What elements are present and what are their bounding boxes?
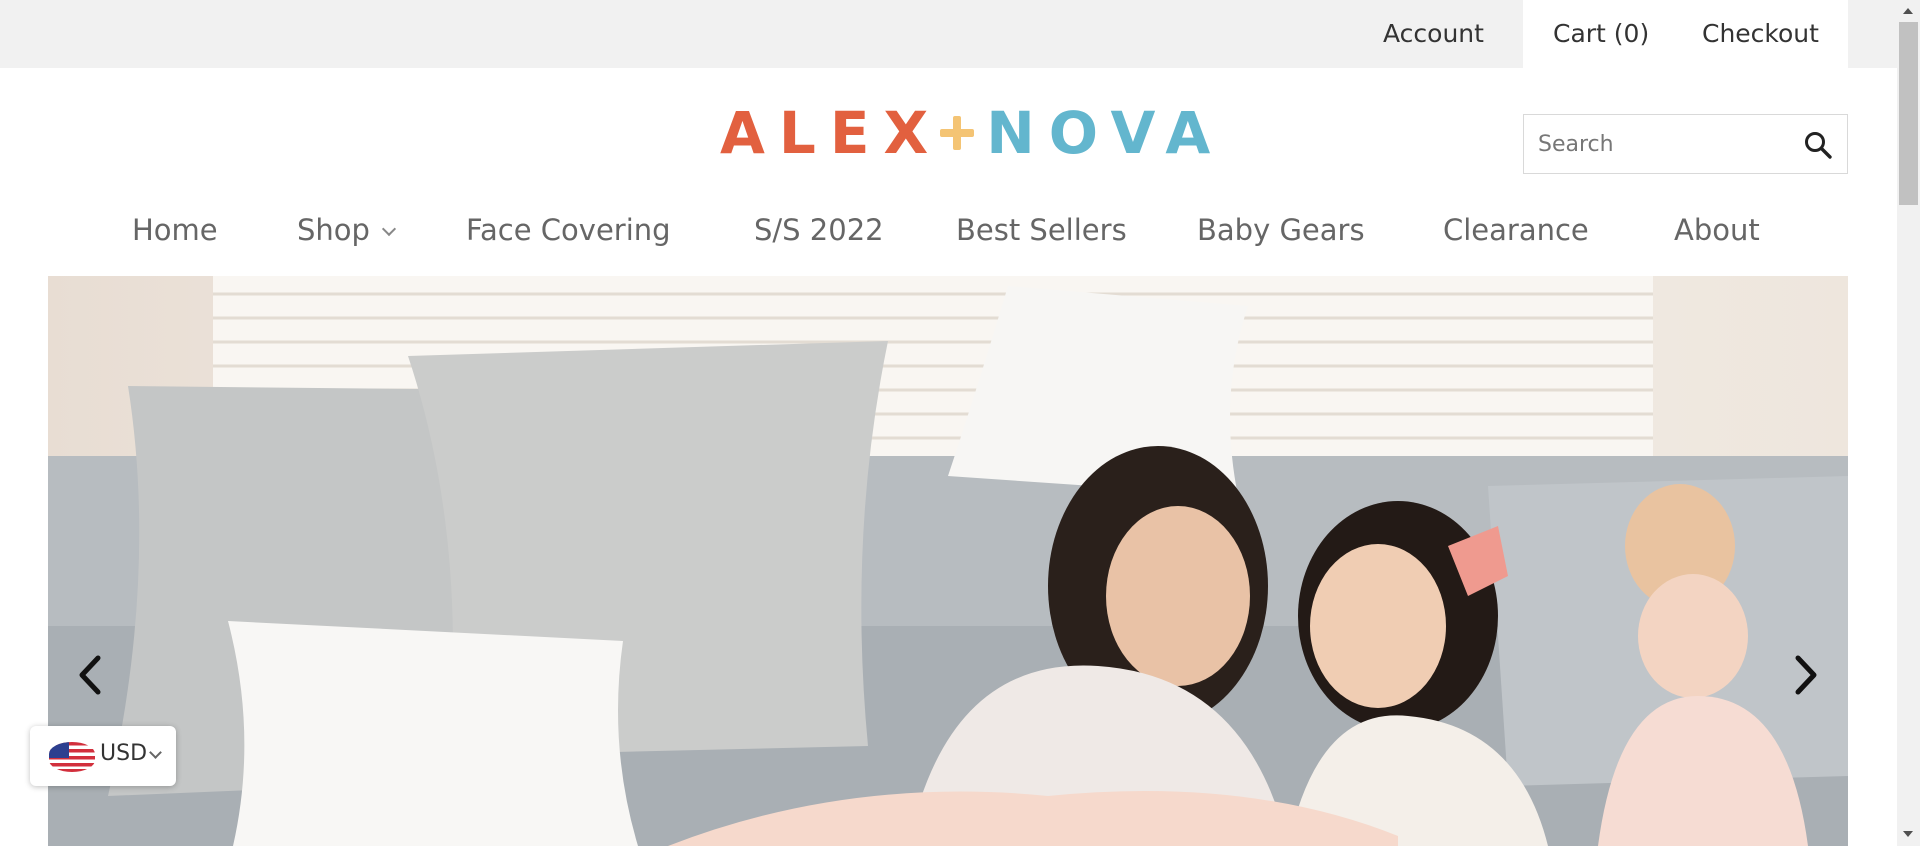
- nav-item-label: Baby Gears: [1197, 213, 1365, 247]
- logo-word-nova: NOVA: [986, 99, 1225, 167]
- currency-selector[interactable]: USD: [30, 726, 176, 786]
- nav-item-label: Shop: [297, 213, 370, 247]
- page-scrollbar[interactable]: [1897, 0, 1920, 846]
- nav-item-home[interactable]: Home: [132, 208, 218, 252]
- scroll-down-arrow-icon[interactable]: [1903, 831, 1913, 837]
- chevron-down-icon: [149, 746, 162, 759]
- brand-logo[interactable]: ALEX NOVA: [720, 103, 1224, 163]
- slideshow-prev-arrow-icon[interactable]: [70, 650, 110, 700]
- nav-item-label: Face Covering: [466, 213, 671, 247]
- nav-item-label: Best Sellers: [956, 213, 1127, 247]
- scroll-up-arrow-icon[interactable]: [1903, 8, 1913, 14]
- currency-code: USD: [100, 741, 148, 766]
- search-icon[interactable]: [1803, 130, 1833, 160]
- nav-item-baby-gears[interactable]: Baby Gears: [1197, 208, 1365, 252]
- logo-word-alex: ALEX: [720, 99, 943, 167]
- cart-link[interactable]: Cart (0): [1553, 0, 1649, 68]
- hero-image: [48, 276, 1848, 846]
- nav-item-label: About: [1674, 213, 1760, 247]
- us-flag-icon: [49, 742, 95, 772]
- nav-item-ss-2022[interactable]: S/S 2022: [754, 208, 884, 252]
- scrollbar-thumb[interactable]: [1899, 22, 1918, 205]
- search-box: [1523, 114, 1848, 174]
- nav-item-about[interactable]: About: [1674, 208, 1760, 252]
- nav-item-label: Home: [132, 213, 218, 247]
- hero-slideshow: [48, 276, 1848, 846]
- nav-item-label: Clearance: [1443, 213, 1589, 247]
- search-input[interactable]: [1538, 115, 1788, 173]
- account-link[interactable]: Account: [1383, 0, 1484, 68]
- checkout-link[interactable]: Checkout: [1702, 0, 1819, 68]
- main-nav: Home Shop Face Covering S/S 2022 Best Se…: [0, 208, 1897, 252]
- nav-item-label: S/S 2022: [754, 213, 884, 247]
- top-utility-bar: Account Cart (0) Checkout: [0, 0, 1897, 68]
- slideshow-next-arrow-icon[interactable]: [1786, 650, 1826, 700]
- chevron-down-icon: [381, 221, 397, 237]
- nav-item-shop[interactable]: Shop: [297, 208, 397, 252]
- nav-item-clearance[interactable]: Clearance: [1443, 208, 1589, 252]
- nav-item-face-covering[interactable]: Face Covering: [466, 208, 671, 252]
- nav-item-best-sellers[interactable]: Best Sellers: [956, 208, 1127, 252]
- logo-plus-icon: [940, 116, 975, 150]
